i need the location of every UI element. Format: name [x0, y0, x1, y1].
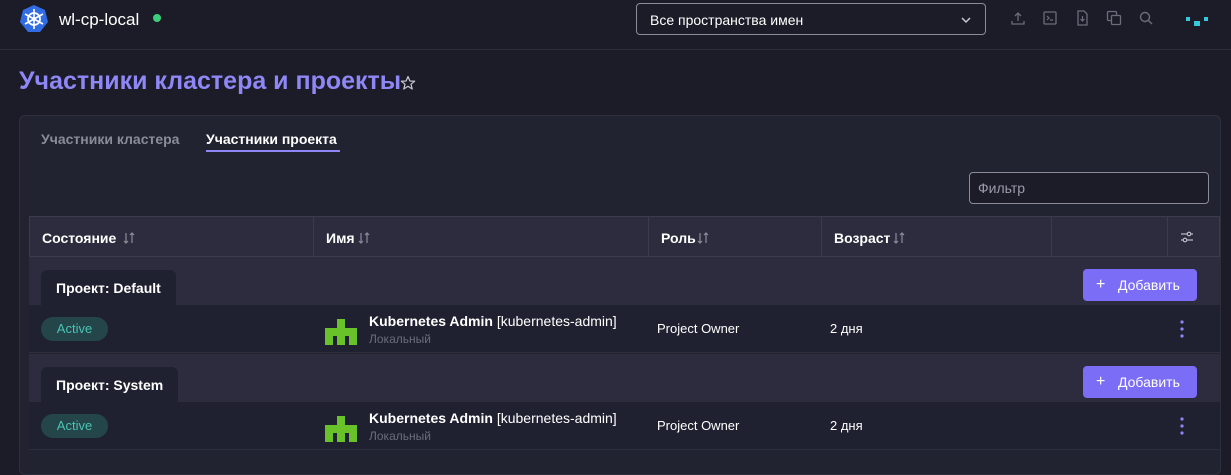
user-identicon-icon: [325, 319, 357, 345]
sort-icon: [123, 232, 135, 244]
table-row[interactable]: Active Kubernetes Admin [kubernetes-admi…: [29, 305, 1220, 353]
search-icon[interactable]: [1138, 10, 1154, 26]
user-age: 2 дня: [830, 418, 863, 433]
table-row[interactable]: Active Kubernetes Admin [kubernetes-admi…: [29, 402, 1220, 450]
terminal-icon[interactable]: [1042, 10, 1058, 26]
copy-icon[interactable]: [1106, 10, 1122, 26]
user-id: [kubernetes-admin]: [496, 313, 617, 329]
column-state[interactable]: Состояние: [30, 217, 314, 256]
status-badge: Active: [41, 414, 108, 438]
user-identicon-icon: [325, 416, 357, 442]
user-avatar-icon[interactable]: [1183, 9, 1211, 31]
column-label: Роль: [661, 230, 696, 246]
star-icon[interactable]: [400, 75, 416, 91]
kubernetes-logo-icon[interactable]: [19, 4, 49, 34]
namespace-select-value: Все пространства имен: [650, 12, 804, 28]
user-id: [kubernetes-admin]: [496, 410, 617, 426]
group-label-default: Проект: Default: [41, 270, 176, 306]
sort-icon: [697, 232, 709, 244]
user-display-name: Kubernetes Admin: [369, 313, 493, 329]
status-badge: Active: [41, 317, 108, 341]
namespace-select[interactable]: Все пространства имен: [636, 3, 986, 35]
tab-project-members[interactable]: Участники проекта: [206, 131, 337, 147]
sort-icon: [358, 232, 370, 244]
column-label: Состояние: [42, 230, 117, 246]
active-tab-indicator: [206, 150, 340, 152]
group-header-default: [29, 257, 1220, 305]
filter-input[interactable]: [969, 172, 1209, 204]
column-age[interactable]: Возраст: [822, 217, 1052, 256]
user-name[interactable]: Kubernetes Admin [kubernetes-admin]: [369, 313, 617, 329]
column-spacer: [1052, 217, 1168, 256]
download-icon[interactable]: [1074, 10, 1090, 26]
user-age: 2 дня: [830, 321, 863, 336]
add-button-label: Добавить: [1118, 277, 1180, 293]
column-name[interactable]: Имя: [314, 217, 649, 256]
add-member-default-button[interactable]: + Добавить: [1083, 269, 1197, 301]
column-label: Имя: [326, 230, 355, 246]
cluster-status-dot: [153, 14, 161, 22]
user-role: Project Owner: [657, 418, 740, 433]
group-header-system: [29, 354, 1220, 402]
sort-icon: [893, 232, 905, 244]
kebab-menu-icon[interactable]: [1178, 319, 1186, 339]
user-role: Project Owner: [657, 321, 740, 336]
top-header: wl-cp-local Все пространства имен: [0, 0, 1231, 50]
cluster-name[interactable]: wl-cp-local: [59, 10, 139, 30]
kebab-menu-icon[interactable]: [1178, 416, 1186, 436]
group-label-system: Проект: System: [41, 367, 179, 403]
tab-cluster-members[interactable]: Участники кластера: [41, 131, 179, 147]
user-provider: Локальный: [369, 332, 431, 346]
column-role[interactable]: Роль: [649, 217, 822, 256]
column-settings-icon[interactable]: [1180, 230, 1194, 244]
user-name[interactable]: Kubernetes Admin [kubernetes-admin]: [369, 410, 617, 426]
add-member-system-button[interactable]: + Добавить: [1083, 366, 1197, 398]
chevron-down-icon: [961, 17, 971, 24]
user-display-name: Kubernetes Admin: [369, 410, 493, 426]
table-header: Состояние Имя Роль Возраст: [29, 216, 1220, 257]
plus-icon: +: [1096, 276, 1106, 293]
plus-icon: +: [1096, 373, 1106, 390]
upload-icon[interactable]: [1010, 10, 1026, 26]
page-title: Участники кластера и проекты: [19, 67, 402, 95]
user-provider: Локальный: [369, 429, 431, 443]
add-button-label: Добавить: [1118, 374, 1180, 390]
column-label: Возраст: [834, 230, 891, 246]
